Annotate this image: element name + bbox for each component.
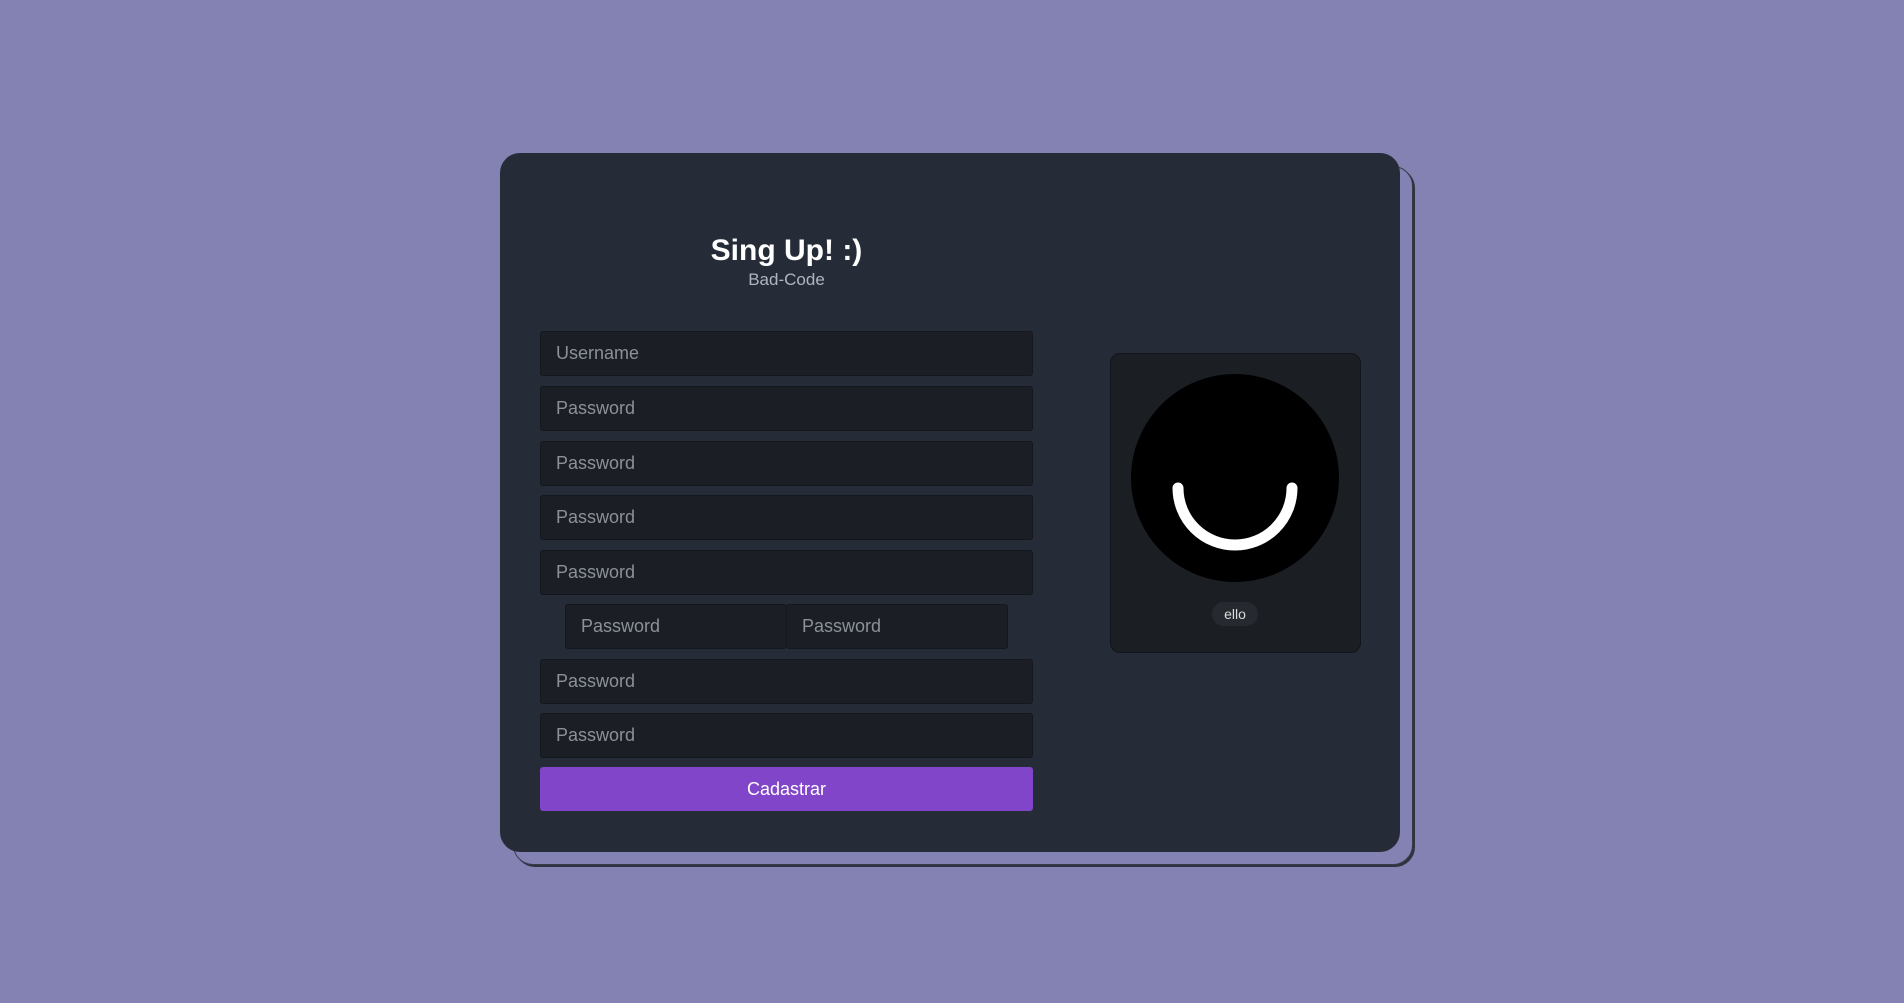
password-field-half-right[interactable] — [786, 604, 1008, 649]
page-title: Sing Up! :) — [710, 234, 863, 267]
password-field[interactable] — [540, 550, 1033, 595]
page-subtitle: Bad-Code — [748, 270, 825, 289]
avatar-badge: ello — [1212, 602, 1258, 626]
password-field-half-left[interactable] — [565, 604, 787, 649]
submit-button[interactable]: Cadastrar — [540, 767, 1033, 811]
password-field[interactable] — [540, 659, 1033, 704]
password-field[interactable] — [540, 713, 1033, 758]
form-header: Sing Up! :) Bad-Code — [540, 233, 1033, 291]
password-field[interactable] — [540, 495, 1033, 540]
username-field[interactable] — [540, 331, 1033, 376]
signup-card: Sing Up! :) Bad-Code Cadastrar ello — [500, 153, 1400, 852]
password-field[interactable] — [540, 441, 1033, 486]
smile-logo-icon — [1131, 374, 1339, 582]
password-field[interactable] — [540, 386, 1033, 431]
avatar-panel: ello — [1110, 353, 1361, 653]
